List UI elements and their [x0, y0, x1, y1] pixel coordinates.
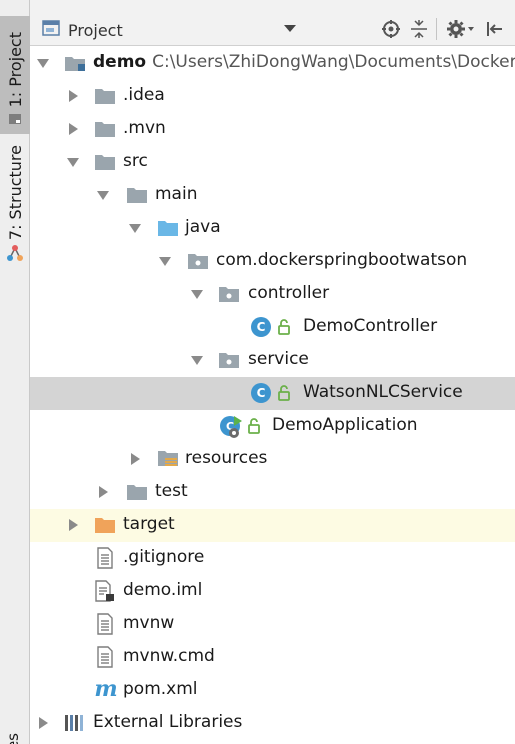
tree-node-watson-service[interactable]: C WatsonNLCService: [30, 377, 515, 410]
resources-folder-icon: [157, 448, 179, 470]
expand-arrow-icon[interactable]: [128, 452, 142, 466]
tree-node-label: service: [248, 349, 309, 369]
iml-file-icon: [94, 580, 116, 602]
project-view-icon: [42, 20, 60, 40]
locate-icon[interactable]: [378, 16, 404, 42]
text-file-icon: [94, 613, 116, 635]
tree-node-demo-iml[interactable]: demo.iml: [30, 575, 515, 608]
package-icon: [218, 349, 240, 371]
tree-node-label: External Libraries: [93, 712, 243, 732]
toolbar-divider: [436, 18, 437, 40]
lock-icon: [276, 317, 292, 337]
excluded-folder-icon: [94, 514, 116, 536]
tree-node-controller[interactable]: controller: [30, 278, 515, 311]
tree-node-service[interactable]: service: [30, 344, 515, 377]
project-window-icon: [8, 111, 22, 130]
expand-arrow-icon[interactable]: [96, 485, 110, 499]
tree-node-label: DemoController: [303, 316, 438, 336]
tree-node-label: resources: [185, 448, 268, 468]
project-tool-tab[interactable]: 1: Project: [0, 16, 30, 134]
source-folder-icon: [157, 217, 179, 239]
tree-node-label: test: [155, 481, 188, 501]
hide-panel-icon[interactable]: [482, 16, 508, 42]
expand-arrow-icon[interactable]: [66, 122, 80, 136]
project-view-header: Project: [30, 0, 515, 46]
structure-tool-tab[interactable]: 7: Structure: [0, 144, 30, 270]
expand-arrow-icon[interactable]: [36, 56, 50, 70]
expand-arrow-icon[interactable]: [36, 716, 50, 730]
text-file-icon: [94, 646, 116, 668]
project-tab-label: 1: Project: [5, 31, 25, 107]
tree-node-java[interactable]: java: [30, 212, 515, 245]
tree-node-label: mvnw: [123, 613, 175, 633]
tree-node-label: WatsonNLCService: [303, 382, 463, 402]
expand-arrow-icon[interactable]: [158, 254, 172, 268]
view-selector[interactable]: Project: [42, 20, 123, 40]
package-icon: [218, 283, 240, 305]
tree-node-label: .mvn: [123, 118, 166, 138]
tree-node-demo-application[interactable]: C DemoApplication: [30, 410, 515, 443]
tree-node-pom[interactable]: m pom.xml: [30, 674, 515, 707]
tree-node-package[interactable]: com.dockerspringbootwatson: [30, 245, 515, 278]
expand-arrow-icon[interactable]: [128, 221, 142, 235]
tree-node-label: src: [123, 151, 148, 171]
tree-node-resources[interactable]: resources: [30, 443, 515, 476]
tool-window-stripe: 1: Project 7: Structure es: [0, 0, 30, 744]
tree-node-label: com.dockerspringbootwatson: [216, 250, 468, 270]
view-selector-label: Project: [68, 20, 123, 40]
tree-node-idea[interactable]: .idea: [30, 80, 515, 113]
folder-icon: [126, 184, 148, 206]
tree-node-mvnw-cmd[interactable]: mvnw.cmd: [30, 641, 515, 674]
tree-node-label: java: [185, 217, 221, 237]
class-icon: C: [250, 316, 272, 338]
maven-icon: m: [94, 676, 118, 702]
tree-node-label: DemoApplication: [272, 415, 418, 435]
module-folder-icon: [64, 52, 86, 74]
expand-arrow-icon[interactable]: [66, 155, 80, 169]
folder-icon: [94, 118, 116, 140]
tree-node-label: pom.xml: [123, 679, 198, 699]
class-icon: C: [250, 382, 272, 404]
project-tree: demo C:\Users\ZhiDongWang\Documents\Docke…: [30, 47, 515, 744]
expand-arrow-icon[interactable]: [66, 518, 80, 532]
tree-node-label: .gitignore: [123, 547, 205, 567]
folder-icon: [94, 85, 116, 107]
tree-node-target[interactable]: target: [30, 509, 515, 542]
module-path: C:\Users\ZhiDongWang\Documents\Docker\d: [152, 52, 515, 72]
lock-icon: [246, 416, 262, 436]
chevron-down-icon[interactable]: [284, 25, 296, 32]
libraries-icon: [64, 712, 86, 734]
expand-arrow-icon[interactable]: [190, 353, 204, 367]
favorites-tab-partial[interactable]: es: [4, 733, 22, 744]
tree-node-external-libraries[interactable]: External Libraries: [30, 707, 515, 740]
tree-node-src[interactable]: src: [30, 146, 515, 179]
tree-node-label: .idea: [123, 85, 165, 105]
tree-node-mvnw[interactable]: mvnw: [30, 608, 515, 641]
tree-node-mvn[interactable]: .mvn: [30, 113, 515, 146]
spring-boot-app-icon: C: [218, 414, 244, 440]
folder-icon: [126, 481, 148, 503]
tree-node-test[interactable]: test: [30, 476, 515, 509]
tree-node-label: main: [155, 184, 198, 204]
tree-node-demo[interactable]: demo C:\Users\ZhiDongWang\Documents\Docke…: [30, 47, 515, 80]
tree-node-label: demo.iml: [123, 580, 203, 600]
structure-icon: [6, 244, 24, 266]
folder-icon: [94, 151, 116, 173]
expand-arrow-icon[interactable]: [66, 89, 80, 103]
expand-arrow-icon[interactable]: [96, 188, 110, 202]
text-file-icon: [94, 547, 116, 569]
collapse-all-icon[interactable]: [406, 16, 432, 42]
tree-node-label: mvnw.cmd: [123, 646, 215, 666]
lock-icon: [276, 383, 292, 403]
tree-node-label: target: [123, 514, 175, 534]
tree-node-label: controller: [248, 283, 330, 303]
tree-node-main[interactable]: main: [30, 179, 515, 212]
tree-node-demo-controller[interactable]: C DemoController: [30, 311, 515, 344]
gear-icon[interactable]: [444, 16, 478, 42]
expand-arrow-icon[interactable]: [190, 287, 204, 301]
tree-node-label: demo C:\Users\ZhiDongWang\Documents\Docke…: [93, 52, 515, 72]
package-icon: [187, 250, 209, 272]
tree-node-gitignore[interactable]: .gitignore: [30, 542, 515, 575]
structure-tab-label: 7: Structure: [5, 144, 25, 240]
